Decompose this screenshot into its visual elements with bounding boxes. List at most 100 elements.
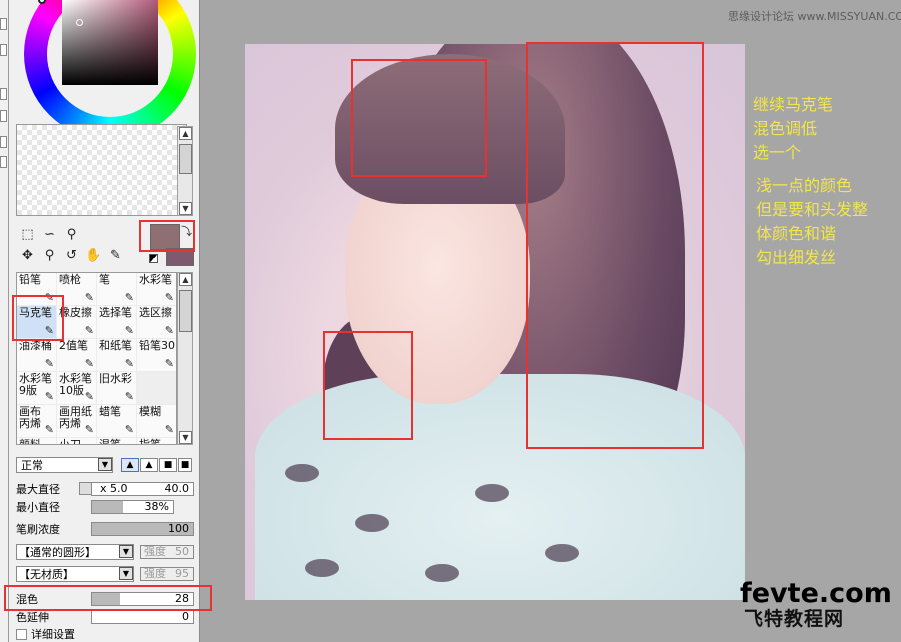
advanced-label: 详细设置 xyxy=(31,628,75,641)
watercolor10-icon: ✎ xyxy=(84,390,94,403)
strip-button[interactable] xyxy=(0,88,7,100)
layer-scrollbar[interactable]: ▲ ▼ xyxy=(177,126,193,216)
bucket-icon: ✎ xyxy=(44,357,54,370)
shape-medium-button[interactable]: ▲ xyxy=(140,458,158,472)
scroll-thumb[interactable] xyxy=(179,290,192,332)
highlight-side-hair xyxy=(323,331,413,440)
site-watermark: 思缘设计论坛 www.MISSYUAN.COM xyxy=(728,10,901,23)
shape-strength-label: 强度 xyxy=(144,545,166,558)
saturation-value-box[interactable] xyxy=(62,0,158,85)
select-eraser-icon: ✎ xyxy=(164,324,174,337)
texture-strength-slider[interactable]: 强度 95 xyxy=(140,567,194,581)
magic-wand-icon[interactable]: ⚲ xyxy=(63,226,80,243)
brush-label: 模糊 xyxy=(139,405,161,418)
brush-label: 选择笔 xyxy=(99,306,132,319)
brush-label: 选区擦 xyxy=(139,306,172,319)
strip-button[interactable] xyxy=(0,156,7,168)
brush-label: 旧水彩 xyxy=(99,372,132,385)
min-size-fill xyxy=(92,501,123,513)
shirt-pattern xyxy=(355,514,389,532)
watercolor-icon: ✎ xyxy=(164,291,174,304)
scroll-thumb[interactable] xyxy=(179,144,192,174)
highlight-ponytail xyxy=(526,42,704,449)
layer-preview-area[interactable] xyxy=(16,124,187,216)
brush-4[interactable]: 水彩笔 ✎ xyxy=(137,273,176,306)
brush-8[interactable]: 选区擦 ✎ xyxy=(137,306,176,339)
move-icon[interactable]: ✥ xyxy=(19,247,36,264)
brush-10[interactable]: 2值笔 ✎ xyxy=(57,339,97,372)
brush-shape-select[interactable]: 【通常的圆形】 ▼ xyxy=(16,544,134,560)
max-size-value: 40.0 xyxy=(164,482,190,495)
zoom-icon[interactable]: ⚲ xyxy=(41,247,58,264)
select-pen-icon: ✎ xyxy=(124,324,134,337)
advanced-checkbox[interactable] xyxy=(16,629,27,640)
shape-strength-slider[interactable]: 强度 50 xyxy=(140,545,194,559)
blank-tool-slot[interactable] xyxy=(85,226,102,243)
lasso-icon[interactable]: ∽ xyxy=(41,226,58,243)
brush-13[interactable]: 水彩笔 9版 ✎ xyxy=(17,372,57,405)
chevron-down-icon[interactable]: ▼ xyxy=(98,458,112,471)
brush-21[interactable]: 颜料✎ xyxy=(17,438,57,445)
brush-scrollbar[interactable]: ▲ ▼ xyxy=(177,272,193,445)
blend-mode-select[interactable]: 正常 ▼ xyxy=(16,457,113,473)
eyedropper-icon[interactable]: ✎ xyxy=(107,247,124,264)
scroll-down-icon[interactable]: ▼ xyxy=(179,431,192,444)
brush-label: 喷枪 xyxy=(59,273,81,286)
texture-strength-value: 95 xyxy=(175,567,189,580)
brush-14[interactable]: 水彩笔 10版 ✎ xyxy=(57,372,97,405)
texture-select[interactable]: 【无材质】 ▼ xyxy=(16,566,134,582)
brush-label: 指笔 xyxy=(139,438,161,445)
brush-12[interactable]: 铅笔30 ✎ xyxy=(137,339,176,372)
chevron-down-icon[interactable]: ▼ xyxy=(119,545,133,558)
shirt-pattern xyxy=(475,484,509,502)
scroll-up-icon[interactable]: ▲ xyxy=(179,273,192,286)
brush-label: 铅笔30 xyxy=(139,339,175,352)
scroll-up-icon[interactable]: ▲ xyxy=(179,127,192,140)
min-size-value: 38% xyxy=(144,500,169,513)
brush-11[interactable]: 和纸笔 ✎ xyxy=(97,339,137,372)
brush-24[interactable]: 指笔✎ xyxy=(137,438,176,445)
rect-select-icon[interactable]: ⬚ xyxy=(19,226,36,243)
shape-strength-value: 50 xyxy=(175,545,189,558)
density-slider[interactable]: 100 xyxy=(91,522,194,536)
brush-19[interactable]: 蜡笔 ✎ xyxy=(97,405,137,438)
min-size-slider[interactable]: 38% xyxy=(91,500,174,514)
shirt-pattern xyxy=(285,464,319,482)
reset-colors-icon[interactable] xyxy=(149,254,158,263)
rotate-icon[interactable]: ↺ xyxy=(63,247,80,264)
brush-label: 颜料 xyxy=(19,438,41,445)
brush-empty-slot[interactable] xyxy=(137,372,176,405)
brush-22[interactable]: 小刀✎ xyxy=(57,438,97,444)
logo-text: fevte.com xyxy=(740,578,892,609)
max-size-label: 最大直径 xyxy=(16,483,60,496)
chevron-down-icon[interactable]: ▼ xyxy=(119,567,133,580)
paper-acrylic-icon: ✎ xyxy=(84,423,94,436)
persistence-slider[interactable]: 0 xyxy=(91,610,194,624)
shirt-pattern xyxy=(425,564,459,582)
shape-soft-button[interactable]: ▲ xyxy=(121,458,139,472)
brush-shape-value: 【通常的圆形】 xyxy=(19,546,96,559)
hand-icon[interactable]: ✋ xyxy=(85,247,102,264)
brush-15[interactable]: 旧水彩 ✎ xyxy=(97,372,137,405)
strip-button[interactable] xyxy=(0,18,7,30)
density-value: 100 xyxy=(168,522,189,535)
strip-button[interactable] xyxy=(0,136,7,148)
max-size-multiplier: x 5.0 xyxy=(100,482,128,495)
brush-23[interactable]: 混笔✎ xyxy=(97,438,137,444)
shirt-pattern xyxy=(545,544,579,562)
brush-9[interactable]: 油漆桶 ✎ xyxy=(17,339,57,372)
brush-18[interactable]: 画用纸 丙烯 ✎ xyxy=(57,405,97,438)
color-picker-marker[interactable] xyxy=(76,19,83,26)
brush-17[interactable]: 画布 丙烯 ✎ xyxy=(17,405,57,438)
brush-20[interactable]: 模糊 ✎ xyxy=(137,405,176,438)
brush-7[interactable]: 选择笔 ✎ xyxy=(97,306,137,339)
strip-button[interactable] xyxy=(0,110,7,122)
shape-flat-button[interactable]: ■ xyxy=(178,458,192,472)
max-size-slider[interactable]: x 5.0 40.0 xyxy=(91,482,194,496)
strip-button[interactable] xyxy=(0,44,7,56)
blend-mode-value: 正常 xyxy=(21,459,43,472)
scroll-down-icon[interactable]: ▼ xyxy=(179,202,192,215)
shape-hard-button[interactable]: ■ xyxy=(159,458,177,472)
brush-3[interactable]: 笔 ✎ xyxy=(97,273,137,306)
brush-label: 油漆桶 xyxy=(19,339,52,352)
